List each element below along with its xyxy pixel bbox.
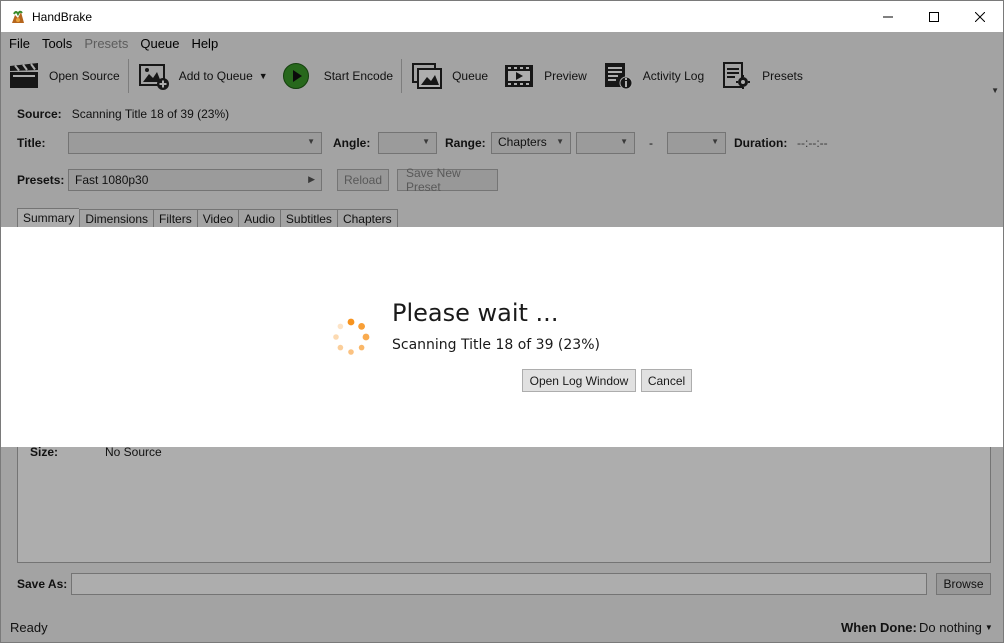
minimize-button[interactable] — [865, 1, 911, 32]
close-icon — [975, 11, 985, 22]
maximize-icon — [929, 11, 939, 22]
spinner-dot — [358, 344, 365, 351]
spinner-dot — [333, 334, 339, 340]
spinner-dot — [337, 323, 344, 330]
spinner-dot — [348, 349, 354, 355]
spinner-dot — [358, 322, 366, 330]
handbrake-logo-icon — [10, 9, 26, 25]
spinner-dot — [337, 344, 344, 351]
dialog-title: Please wait ... — [392, 299, 559, 327]
close-button[interactable] — [957, 1, 1003, 32]
window-title: HandBrake — [32, 9, 93, 24]
maximize-button[interactable] — [911, 1, 957, 32]
title-bar: HandBrake — [1, 1, 1003, 32]
cancel-button[interactable]: Cancel — [641, 369, 692, 392]
minimize-icon — [883, 16, 893, 17]
dialog-message: Scanning Title 18 of 39 (23%) — [392, 337, 600, 353]
spinner-dot — [362, 333, 370, 341]
spinner-dot — [347, 318, 355, 326]
loading-spinner-icon — [333, 318, 370, 355]
open-log-window-button[interactable]: Open Log Window — [522, 369, 636, 392]
